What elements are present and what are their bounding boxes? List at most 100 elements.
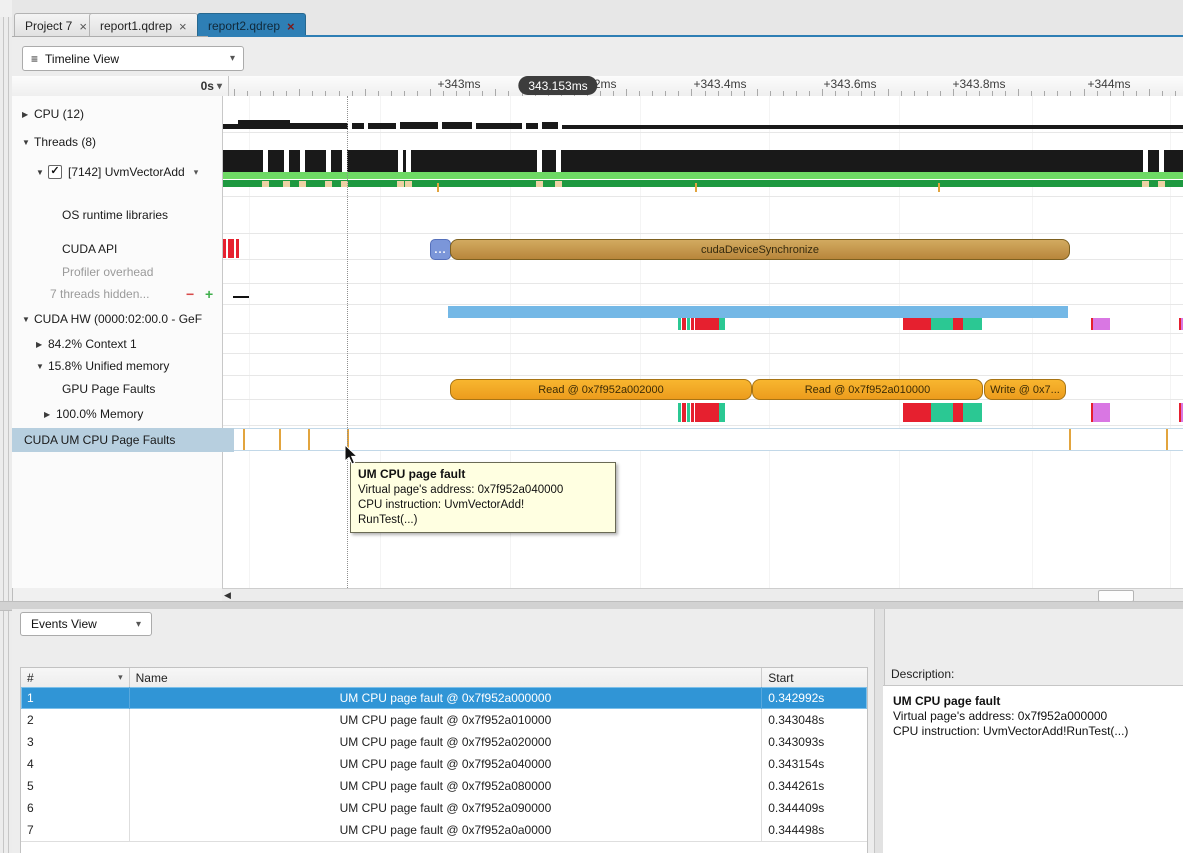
mem-transfer-segment[interactable] xyxy=(682,403,686,422)
chevron-collapsed-icon[interactable]: ▶ xyxy=(22,110,34,119)
cell-name: UM CPU page fault @ 0x7f952a0a0000 xyxy=(130,819,763,841)
timeline-ruler[interactable]: 0s ▾ +343ms+343.2ms+343.4ms+343.6ms+343.… xyxy=(12,76,1183,97)
gpu-page-fault-range[interactable]: Write @ 0x7... xyxy=(984,379,1066,400)
um-page-fault-row xyxy=(222,428,1183,451)
mem-transfer-segment[interactable] xyxy=(903,403,931,422)
tab-project[interactable]: Project 7 × xyxy=(14,13,98,38)
cell-start: 0.343093s xyxy=(762,731,867,753)
sidebar-item-profiler-overhead[interactable]: Profiler overhead xyxy=(12,262,272,282)
sidebar-item-os-runtime-libraries[interactable]: OS runtime libraries xyxy=(12,205,272,225)
mem-transfer-segment[interactable] xyxy=(682,318,686,330)
mem-transfer-segment[interactable] xyxy=(678,403,681,422)
mem-transfer-segment[interactable] xyxy=(903,318,931,330)
cuda-hw-kernel-range[interactable] xyxy=(448,306,1068,318)
thread-state-bar[interactable] xyxy=(222,150,1183,172)
um-page-fault-tick[interactable] xyxy=(308,429,310,450)
sidebar-item-cpu-12[interactable]: ▶CPU (12) xyxy=(12,104,232,124)
mem-transfer-segment[interactable] xyxy=(719,318,725,330)
column-header-name[interactable]: Name xyxy=(130,668,763,687)
sidebar-item-gpu-page-faults[interactable]: GPU Page Faults xyxy=(12,379,272,399)
table-row[interactable]: 7UM CPU page fault @ 0x7f952a0a00000.344… xyxy=(21,819,867,842)
timeline-hscrollbar[interactable]: ◀ xyxy=(222,588,1183,602)
mem-transfer-segment[interactable] xyxy=(691,318,694,330)
cpu-usage-area xyxy=(352,123,364,129)
sidebar-item-cuda-hw-0000-02-00-0-gef[interactable]: ▼CUDA HW (0000:02:00.0 - GeF xyxy=(12,309,232,329)
table-row[interactable]: 1UM CPU page fault @ 0x7f952a0000000.342… xyxy=(21,687,867,710)
table-row[interactable]: 4UM CPU page fault @ 0x7f952a0400000.343… xyxy=(21,753,867,776)
table-row[interactable]: 6UM CPU page fault @ 0x7f952a0900000.344… xyxy=(21,797,867,820)
chevron-expanded-icon[interactable]: ▼ xyxy=(22,138,34,147)
column-header-start[interactable]: Start xyxy=(762,668,867,687)
sidebar-item-84-2-context-1[interactable]: ▶84.2% Context 1 xyxy=(12,334,246,354)
um-page-fault-tick[interactable] xyxy=(1166,429,1168,450)
chevron-down-icon[interactable]: ▾ xyxy=(194,167,199,178)
sidebar-item-threads-8[interactable]: ▼Threads (8) xyxy=(12,132,232,152)
mem-transfer-segment[interactable] xyxy=(695,318,719,330)
column-header-num[interactable]: # ▾ xyxy=(21,668,130,687)
ruler-ticks: +343ms+343.2ms+343.4ms+343.6ms+343.8ms+3… xyxy=(222,76,1183,96)
mem-transfer-segment[interactable] xyxy=(953,403,963,422)
sidebar-item-100-0-memory[interactable]: ▶100.0% Memory xyxy=(12,404,254,424)
cell-name: UM CPU page fault @ 0x7f952a090000 xyxy=(130,797,763,819)
cuda-api-range[interactable]: cudaDeviceSynchronize xyxy=(450,239,1070,260)
cell-num: 4 xyxy=(21,753,130,775)
um-page-fault-tick[interactable] xyxy=(243,429,245,450)
sidebar-item-cuda-um-cpu-page-faults[interactable]: CUDA UM CPU Page Faults xyxy=(12,428,234,452)
mem-transfer-segment[interactable] xyxy=(687,403,690,422)
chevron-collapsed-icon[interactable]: ▶ xyxy=(44,410,56,419)
mem-transfer-segment[interactable] xyxy=(1093,403,1110,422)
minor-tick xyxy=(626,89,627,96)
mem-transfer-segment[interactable] xyxy=(963,318,982,330)
gpu-page-fault-range[interactable]: Read @ 0x7f952a002000 xyxy=(450,379,752,400)
table-row[interactable]: 3UM CPU page fault @ 0x7f952a0200000.343… xyxy=(21,731,867,754)
chevron-collapsed-icon[interactable]: ▶ xyxy=(36,340,48,349)
chevron-expanded-icon[interactable]: ▼ xyxy=(36,362,48,371)
sidebar-item-label: CUDA UM CPU Page Faults xyxy=(24,433,175,447)
sidebar-item-7-threads-hidden[interactable]: 7 threads hidden...−+ xyxy=(12,284,260,304)
sidebar-item-7142-uvmvectoradd[interactable]: ▼✓[7142] UvmVectorAdd▾ xyxy=(12,162,246,182)
tab-report1[interactable]: report1.qdrep × xyxy=(89,13,198,38)
sidebar-item-15-8-unified-memory[interactable]: ▼15.8% Unified memory xyxy=(12,356,246,376)
mem-transfer-segment[interactable] xyxy=(1093,318,1110,330)
cuda-api-collapsed-chip[interactable]: ... xyxy=(430,239,451,260)
cell-start: 0.344409s xyxy=(762,797,867,819)
os-runtime-tick xyxy=(437,183,439,192)
row-shrink-icon[interactable]: − xyxy=(186,286,194,302)
cell-name: UM CPU page fault @ 0x7f952a010000 xyxy=(130,709,763,731)
close-icon[interactable]: × xyxy=(179,20,187,33)
close-icon[interactable]: × xyxy=(79,20,87,33)
cell-start: 0.344261s xyxy=(762,775,867,797)
view-selector-dropdown[interactable]: ≡ Timeline View ▾ xyxy=(22,46,244,71)
cpu-usage-area xyxy=(222,124,238,129)
mem-transfer-segment[interactable] xyxy=(695,403,719,422)
tick-label: +343ms xyxy=(437,77,480,91)
mem-transfer-segment[interactable] xyxy=(931,318,953,330)
um-page-fault-tick[interactable] xyxy=(279,429,281,450)
table-row[interactable]: 5UM CPU page fault @ 0x7f952a0800000.344… xyxy=(21,775,867,798)
scroll-left-icon[interactable]: ◀ xyxy=(224,590,231,601)
mem-transfer-segment[interactable] xyxy=(678,318,681,330)
chevron-expanded-icon[interactable]: ▼ xyxy=(36,168,48,177)
mem-transfer-segment[interactable] xyxy=(687,318,690,330)
mem-transfer-segment[interactable] xyxy=(691,403,694,422)
sidebar-item-label: CUDA API xyxy=(62,242,117,256)
sidebar-item-cuda-api[interactable]: CUDA API xyxy=(12,239,272,259)
chevron-expanded-icon[interactable]: ▼ xyxy=(22,315,34,324)
checkbox-checked[interactable]: ✓ xyxy=(48,165,62,179)
mem-transfer-segment[interactable] xyxy=(931,403,953,422)
um-page-fault-tick[interactable] xyxy=(1069,429,1071,450)
mem-transfer-segment[interactable] xyxy=(953,318,963,330)
events-view-dropdown[interactable]: Events View ▾ xyxy=(20,612,152,636)
tick-label: +343.4ms xyxy=(693,77,746,91)
gpu-page-fault-range[interactable]: Read @ 0x7f952a010000 xyxy=(752,379,983,400)
close-icon[interactable]: × xyxy=(287,20,295,33)
thread-wait-mark xyxy=(325,181,332,187)
ruler-origin-dropdown[interactable]: 0s ▾ xyxy=(12,76,229,96)
cell-name: UM CPU page fault @ 0x7f952a000000 xyxy=(130,687,763,709)
table-row[interactable]: 2UM CPU page fault @ 0x7f952a0100000.343… xyxy=(21,709,867,732)
thread-wait-mark xyxy=(1142,181,1149,187)
mem-transfer-segment[interactable] xyxy=(719,403,725,422)
tick-label: +343.8ms xyxy=(952,77,1005,91)
mem-transfer-segment[interactable] xyxy=(963,403,982,422)
row-expand-icon[interactable]: + xyxy=(205,286,213,302)
